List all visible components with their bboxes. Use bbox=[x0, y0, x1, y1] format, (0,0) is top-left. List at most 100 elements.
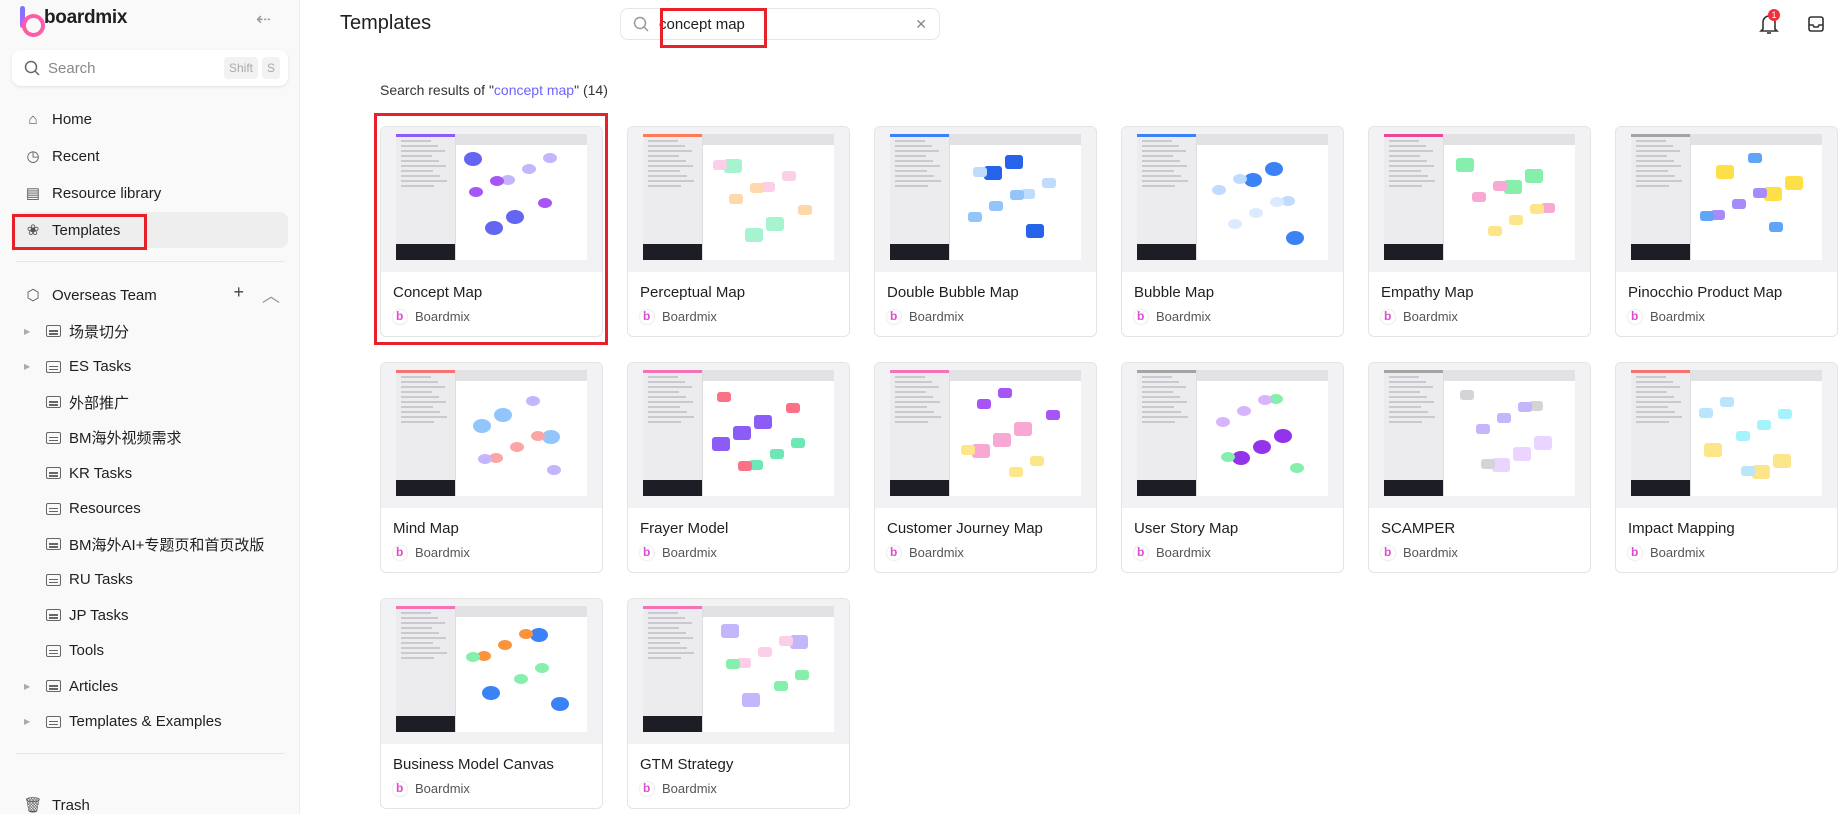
cube-icon: ⬡ bbox=[26, 287, 40, 304]
preview-shape bbox=[1274, 429, 1292, 443]
boardmix-avatar-icon bbox=[1381, 545, 1395, 560]
template-card[interactable]: Bubble Map Boardmix bbox=[1121, 126, 1344, 337]
sidebar-item-recent[interactable]: ◷ Recent bbox=[12, 138, 288, 174]
template-author: Boardmix bbox=[1134, 309, 1211, 324]
template-card[interactable]: Impact Mapping Boardmix bbox=[1615, 362, 1838, 573]
template-thumbnail[interactable] bbox=[381, 127, 602, 272]
expand-arrow-icon[interactable]: ▶ bbox=[24, 717, 46, 726]
preview-shape bbox=[1769, 222, 1783, 232]
preview-shape bbox=[1493, 181, 1507, 191]
preview-shape bbox=[1221, 452, 1235, 462]
expand-arrow-icon[interactable]: ▶ bbox=[24, 327, 46, 336]
tree-item[interactable]: KR Tasks bbox=[24, 459, 284, 487]
preview-shape bbox=[1460, 390, 1474, 400]
preview-shape bbox=[968, 212, 982, 222]
folder-icon bbox=[46, 360, 61, 373]
preview-shape bbox=[522, 164, 536, 174]
folder-icon bbox=[46, 609, 61, 621]
boardmix-logo-icon bbox=[20, 6, 45, 37]
tree-item[interactable]: ▶ ES Tasks bbox=[24, 353, 284, 381]
template-author: Boardmix bbox=[1381, 545, 1458, 560]
preview-shape bbox=[478, 454, 492, 464]
template-search[interactable]: concept map ✕ bbox=[620, 8, 940, 40]
template-title: Mind Map bbox=[393, 520, 459, 537]
preview-shape bbox=[1005, 155, 1023, 169]
clear-icon[interactable]: ✕ bbox=[915, 16, 927, 33]
expand-arrow-icon[interactable]: ▶ bbox=[24, 362, 46, 371]
template-card[interactable]: GTM Strategy Boardmix bbox=[627, 598, 850, 809]
author-name: Boardmix bbox=[909, 545, 964, 560]
folder-icon bbox=[46, 467, 61, 479]
preview-shape bbox=[1525, 169, 1543, 183]
template-title: Customer Journey Map bbox=[887, 520, 1043, 537]
template-card[interactable]: Customer Journey Map Boardmix bbox=[874, 362, 1097, 573]
template-title: User Story Map bbox=[1134, 520, 1239, 537]
preview-shape bbox=[526, 396, 540, 406]
template-card[interactable]: Business Model Canvas Boardmix bbox=[380, 598, 603, 809]
tree-item[interactable]: ▶ 场景切分 bbox=[24, 317, 284, 345]
sidebar-item-resource-library[interactable]: ▤ Resource library bbox=[12, 175, 288, 211]
template-thumbnail[interactable] bbox=[381, 363, 602, 508]
preview-shape bbox=[1290, 463, 1304, 473]
template-thumbnail[interactable] bbox=[628, 599, 849, 744]
template-thumbnail[interactable] bbox=[1122, 363, 1343, 508]
add-icon[interactable]: + bbox=[233, 282, 244, 308]
logo[interactable]: boardmix bbox=[20, 6, 127, 37]
tree-item[interactable]: BM海外视频需求 bbox=[24, 424, 284, 452]
template-thumbnail[interactable] bbox=[628, 363, 849, 508]
tree-item[interactable]: BM海外AI+专题页和首页改版 bbox=[24, 530, 284, 558]
template-card[interactable]: Concept Map Boardmix bbox=[380, 126, 603, 337]
tree-item[interactable]: Resources bbox=[24, 495, 284, 523]
preview-shape bbox=[1476, 424, 1490, 434]
preview-shape bbox=[774, 681, 788, 691]
template-thumbnail[interactable] bbox=[1616, 127, 1837, 272]
template-card[interactable]: Perceptual Map Boardmix bbox=[627, 126, 850, 337]
template-card[interactable]: Pinocchio Product Map Boardmix bbox=[1615, 126, 1838, 337]
team-header[interactable]: ⬡ Overseas Team + ︿ bbox=[24, 282, 280, 308]
template-title: Business Model Canvas bbox=[393, 756, 554, 773]
preview-shape bbox=[1014, 422, 1032, 436]
template-thumbnail[interactable] bbox=[1122, 127, 1343, 272]
template-thumbnail[interactable] bbox=[381, 599, 602, 744]
search-input[interactable]: concept map bbox=[659, 16, 915, 33]
collapse-sidebar-icon[interactable]: ⇠ bbox=[256, 9, 271, 30]
boardmix-avatar-icon bbox=[1628, 545, 1642, 560]
template-card[interactable]: User Story Map Boardmix bbox=[1121, 362, 1344, 573]
template-thumbnail[interactable] bbox=[1616, 363, 1837, 508]
template-thumbnail[interactable] bbox=[875, 127, 1096, 272]
sidebar-item-trash[interactable]: 🗑 Trash bbox=[12, 787, 288, 823]
sidebar-item-templates[interactable]: ❀ Templates bbox=[12, 212, 288, 248]
tree-item[interactable]: RU Tasks bbox=[24, 566, 284, 594]
folder-icon bbox=[46, 715, 61, 728]
template-card[interactable]: Mind Map Boardmix bbox=[380, 362, 603, 573]
template-card[interactable]: Frayer Model Boardmix bbox=[627, 362, 850, 573]
preview-shape bbox=[494, 408, 512, 422]
template-card[interactable]: Double Bubble Map Boardmix bbox=[874, 126, 1097, 337]
sidebar-search[interactable]: Search Shift S bbox=[12, 50, 288, 86]
preview-shape bbox=[464, 152, 482, 166]
expand-arrow-icon[interactable]: ▶ bbox=[24, 682, 46, 691]
preview-shape bbox=[733, 426, 751, 440]
preview-shape bbox=[1518, 402, 1532, 412]
inbox-icon[interactable] bbox=[1806, 14, 1826, 34]
template-thumbnail[interactable] bbox=[628, 127, 849, 272]
preview-shape bbox=[1699, 408, 1713, 418]
preview-shape bbox=[514, 674, 528, 684]
tree-item[interactable]: ▶ Templates & Examples bbox=[24, 708, 284, 736]
template-author: Boardmix bbox=[1628, 309, 1705, 324]
template-thumbnail[interactable] bbox=[875, 363, 1096, 508]
tree-item[interactable]: 外部推广 bbox=[24, 388, 284, 416]
template-card[interactable]: Empathy Map Boardmix bbox=[1368, 126, 1591, 337]
tree-item[interactable]: ▶ Articles bbox=[24, 672, 284, 700]
template-author: Boardmix bbox=[887, 545, 964, 560]
sidebar-item-home[interactable]: ⌂ Home bbox=[12, 101, 288, 137]
author-name: Boardmix bbox=[415, 781, 470, 796]
template-card[interactable]: SCAMPER Boardmix bbox=[1368, 362, 1591, 573]
template-thumbnail[interactable] bbox=[1369, 363, 1590, 508]
search-placeholder: Search bbox=[48, 59, 96, 77]
chevron-up-icon[interactable]: ︿ bbox=[262, 282, 280, 308]
template-thumbnail[interactable] bbox=[1369, 127, 1590, 272]
template-title: Bubble Map bbox=[1134, 284, 1215, 301]
tree-item[interactable]: JP Tasks bbox=[24, 601, 284, 629]
tree-item[interactable]: Tools bbox=[24, 637, 284, 665]
